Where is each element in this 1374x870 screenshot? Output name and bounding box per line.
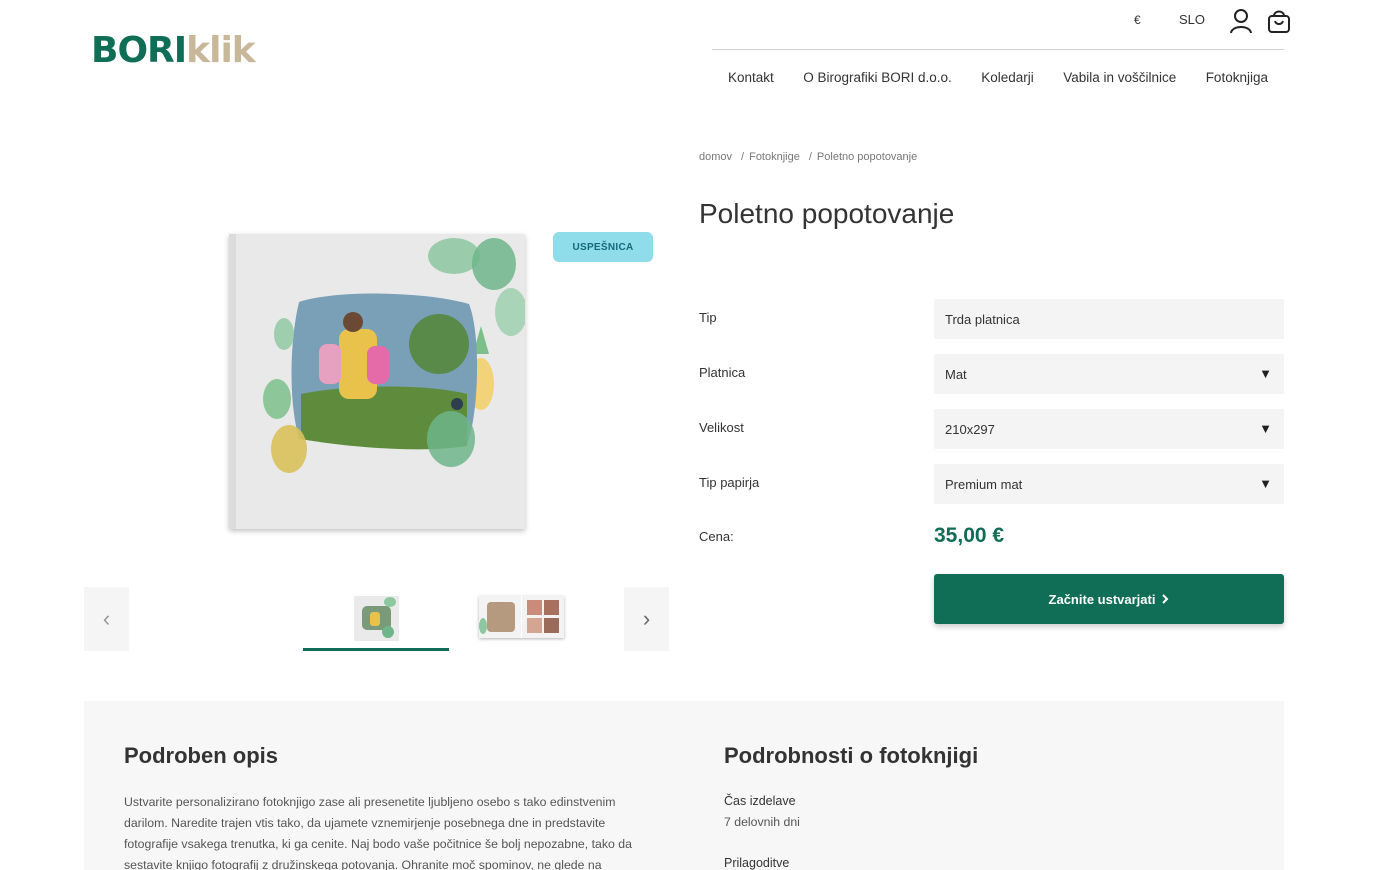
active-thumbnail-indicator bbox=[303, 648, 449, 651]
nav-item-vabila[interactable]: Vabila in voščilnice bbox=[1063, 70, 1176, 85]
dropdown-caret-icon: ▼ bbox=[1259, 366, 1272, 381]
customization-label: Prilagoditve bbox=[724, 856, 790, 870]
dropdown-caret-icon: ▼ bbox=[1259, 476, 1272, 491]
option-label-velikost: Velikost bbox=[699, 420, 744, 435]
gallery-thumbnails: ‹ › bbox=[84, 587, 669, 651]
nav-item-fotoknjiga[interactable]: Fotoknjiga bbox=[1206, 70, 1268, 85]
breadcrumb-fotoknjige[interactable]: Fotoknjige bbox=[749, 151, 800, 163]
option-label-papir: Tip papirja bbox=[699, 475, 760, 490]
option-tip-field: Trda platnica bbox=[934, 299, 1284, 339]
currency-selector[interactable]: € bbox=[1134, 13, 1141, 27]
option-papir-select[interactable]: Premium mat ▼ bbox=[934, 464, 1284, 504]
option-platnica-value: Mat bbox=[945, 366, 967, 382]
nav-item-kontakt[interactable]: Kontakt bbox=[728, 70, 774, 85]
logo-primary: BORI bbox=[91, 30, 187, 71]
thumbnail-spread-image bbox=[479, 596, 564, 638]
dropdown-caret-icon: ▼ bbox=[1259, 421, 1272, 436]
option-label-platnica: Platnica bbox=[699, 365, 746, 380]
gallery-next-button[interactable]: › bbox=[624, 587, 669, 651]
chevron-right-icon: › bbox=[642, 606, 651, 631]
option-tip-value: Trda platnica bbox=[945, 311, 1020, 327]
header-divider bbox=[712, 49, 1284, 50]
thumbnail-spread[interactable] bbox=[479, 596, 564, 638]
thumbnail-cover-image bbox=[354, 596, 399, 641]
price-label: Cena: bbox=[699, 529, 734, 544]
bestseller-badge: USPEŠNICA bbox=[553, 232, 653, 262]
main-nav: Kontakt O Birografiki BORI d.o.o. Koleda… bbox=[712, 70, 1284, 85]
product-cover-image bbox=[229, 234, 525, 529]
thumbnail-cover[interactable] bbox=[354, 596, 399, 641]
logo-secondary: klik bbox=[186, 30, 256, 71]
start-creating-label: Začnite ustvarjati bbox=[1048, 591, 1156, 607]
option-velikost-value: 210x297 bbox=[945, 421, 995, 437]
breadcrumb: domov / Fotoknjige / Poletno popotovanje bbox=[699, 151, 918, 163]
language-selector[interactable]: SLO bbox=[1179, 12, 1205, 27]
cart-icon[interactable] bbox=[1267, 8, 1291, 34]
chevron-right-icon bbox=[1161, 592, 1169, 607]
production-time-value: 7 delovnih dni bbox=[724, 815, 800, 829]
price-value: 35,00 € bbox=[934, 524, 1005, 547]
breadcrumb-home[interactable]: domov bbox=[699, 151, 732, 163]
nav-item-about[interactable]: O Birografiki BORI d.o.o. bbox=[803, 70, 952, 85]
option-platnica-select[interactable]: Mat ▼ bbox=[934, 354, 1284, 394]
details-heading: Podrobnosti o fotoknjigi bbox=[724, 743, 979, 768]
user-icon[interactable] bbox=[1229, 8, 1253, 34]
description-text: Ustvarite personalizirano fotoknjigo zas… bbox=[124, 795, 632, 870]
start-creating-button[interactable]: Začnite ustvarjati bbox=[934, 574, 1284, 624]
option-velikost-select[interactable]: 210x297 ▼ bbox=[934, 409, 1284, 449]
option-label-tip: Tip bbox=[699, 310, 717, 325]
production-time-label: Čas izdelave bbox=[724, 794, 796, 808]
logo[interactable]: BORIklik bbox=[91, 30, 256, 71]
option-papir-value: Premium mat bbox=[945, 476, 1023, 492]
breadcrumb-current: Poletno popotovanje bbox=[816, 151, 918, 163]
cover-illustration bbox=[263, 238, 525, 473]
description-section: Podroben opis Ustvarite personalizirano … bbox=[84, 701, 1284, 870]
description-heading: Podroben opis bbox=[124, 743, 278, 768]
product-title: Poletno popotovanje bbox=[699, 198, 955, 229]
chevron-left-icon: ‹ bbox=[102, 606, 111, 631]
gallery-prev-button[interactable]: ‹ bbox=[84, 587, 129, 651]
nav-item-koledarji[interactable]: Koledarji bbox=[981, 70, 1034, 85]
book-spine bbox=[229, 234, 236, 529]
